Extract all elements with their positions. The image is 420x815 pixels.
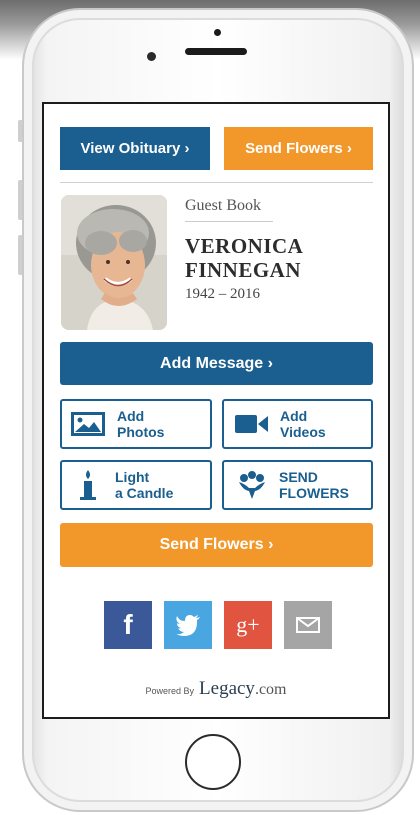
phone-screen: View Obituary › Send Flowers › Guest Boo… [42, 102, 390, 719]
candle-icon [80, 470, 96, 500]
twitter-bird-icon [176, 615, 200, 636]
googleplus-share-button[interactable]: g+ [224, 601, 272, 649]
twitter-share-button[interactable] [164, 601, 212, 649]
add-photos-button[interactable]: Add Photos [60, 399, 212, 449]
add-message-button[interactable]: Add Message › [60, 342, 373, 385]
home-button[interactable] [185, 734, 241, 790]
add-photos-label-1: Add [117, 408, 145, 424]
add-videos-button[interactable]: Add Videos [222, 399, 373, 449]
light-candle-label-1: Light [115, 469, 150, 485]
guest-book-underline [185, 221, 273, 222]
send-flowers-bottom-button[interactable]: Send Flowers › [60, 523, 373, 567]
powered-by-footer: Powered By Legacy.com [44, 678, 388, 700]
email-share-button[interactable] [284, 601, 332, 649]
light-candle-button[interactable]: Light a Candle [60, 460, 212, 510]
divider [60, 182, 373, 183]
legacy-logo[interactable]: Legacy.com [199, 678, 286, 700]
legacy-logo-brand: Legacy [199, 678, 255, 699]
add-videos-label-1: Add [280, 408, 308, 424]
facebook-icon: f [123, 609, 133, 640]
guest-book-label: Guest Book [185, 197, 261, 214]
send-flowers-icon-label-1: SEND [279, 469, 318, 485]
flower-bouquet-icon [239, 471, 265, 499]
send-flowers-icon-button[interactable]: SEND FLOWERS [222, 460, 373, 510]
deceased-photo [61, 195, 167, 330]
portrait-illustration [61, 195, 167, 330]
add-photos-label-2: Photos [117, 424, 165, 440]
googleplus-icon: g+ [236, 612, 260, 637]
photo-icon [71, 412, 105, 436]
send-flowers-icon-label-2: FLOWERS [279, 485, 349, 501]
send-flowers-top-button[interactable]: Send Flowers › [224, 127, 373, 170]
deceased-first-name: VERONICA [185, 234, 304, 258]
facebook-share-button[interactable]: f [104, 601, 152, 649]
front-camera [147, 52, 156, 61]
light-candle-label-2: a Candle [115, 485, 174, 501]
deceased-last-name: FINNEGAN [185, 258, 302, 282]
proximity-sensor [214, 29, 221, 36]
view-obituary-button[interactable]: View Obituary › [60, 127, 210, 170]
earpiece-speaker [185, 48, 247, 55]
powered-by-label: Powered By [145, 686, 195, 696]
video-camera-icon [235, 415, 268, 433]
add-videos-label-2: Videos [280, 424, 326, 440]
deceased-name: VERONICA FINNEGAN [185, 234, 303, 282]
life-years: 1942 – 2016 [185, 286, 260, 302]
legacy-logo-suffix: .com [254, 681, 287, 698]
envelope-icon [296, 617, 320, 633]
